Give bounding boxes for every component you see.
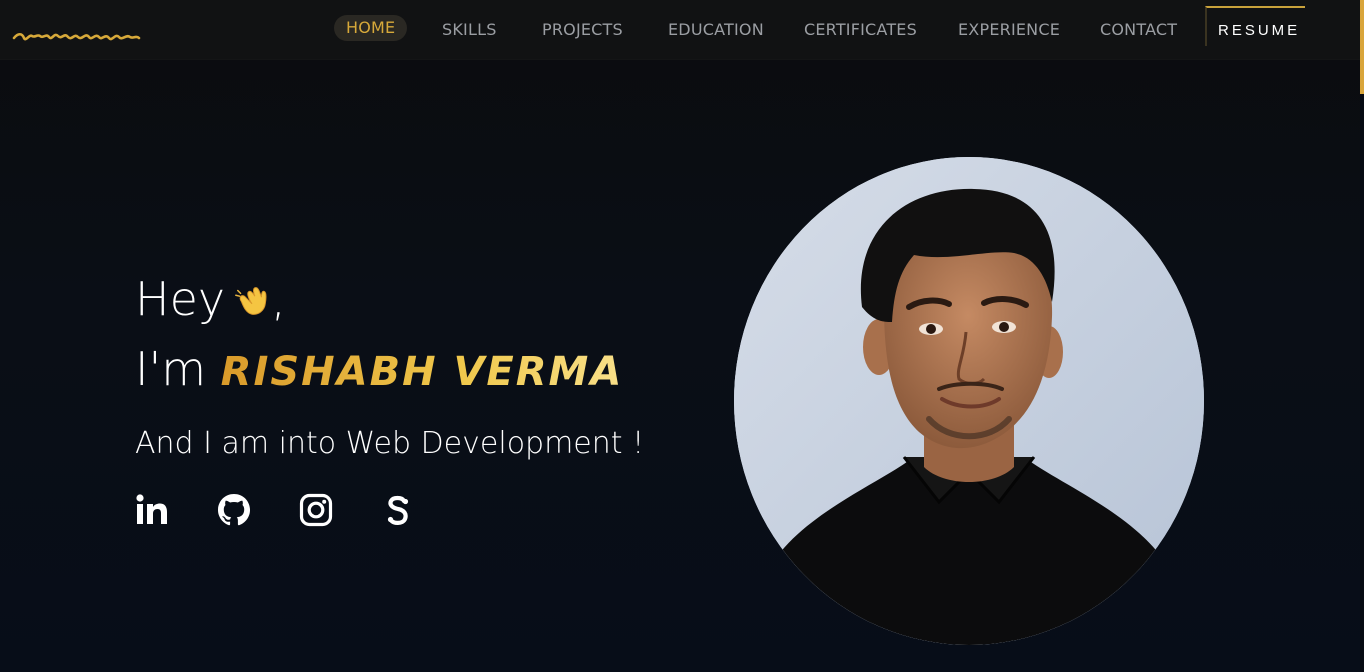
nav-home[interactable]: HOME [334, 15, 408, 41]
scribd-icon[interactable] [380, 492, 416, 528]
scrollbar-track[interactable] [1360, 94, 1364, 672]
waving-hand-icon [233, 276, 271, 315]
resume-button[interactable]: RESUME [1205, 6, 1305, 46]
greeting-text: Hey [135, 272, 226, 326]
scroll-progress-bar [1360, 0, 1364, 94]
linkedin-icon[interactable] [134, 492, 170, 528]
hero-tagline: And I am into Web Development ! [135, 426, 645, 461]
greeting-line: Hey , [135, 272, 286, 326]
hero-name: RISHABH VERMA [220, 349, 624, 395]
nav-experience[interactable]: EXPERIENCE [958, 20, 1060, 39]
profile-photo [734, 157, 1204, 645]
greeting-suffix: , [271, 272, 286, 326]
intro-prefix: I'm [135, 342, 207, 396]
resume-label: RESUME [1218, 22, 1301, 39]
signature-logo-icon[interactable] [12, 24, 142, 46]
nav-education[interactable]: EDUCATION [668, 20, 764, 39]
intro-line: I'm RISHABH VERMA [135, 342, 623, 396]
instagram-icon[interactable] [298, 492, 334, 528]
nav-contact[interactable]: CONTACT [1100, 20, 1177, 39]
github-icon[interactable] [216, 492, 252, 528]
nav-projects[interactable]: PROJECTS [542, 20, 623, 39]
navbar: HOME SKILLS PROJECTS EDUCATION CERTIFICA… [0, 0, 1360, 60]
nav-certificates[interactable]: CERTIFICATES [804, 20, 917, 39]
profile-photo-illustration [734, 157, 1204, 645]
nav-skills[interactable]: SKILLS [442, 20, 497, 39]
